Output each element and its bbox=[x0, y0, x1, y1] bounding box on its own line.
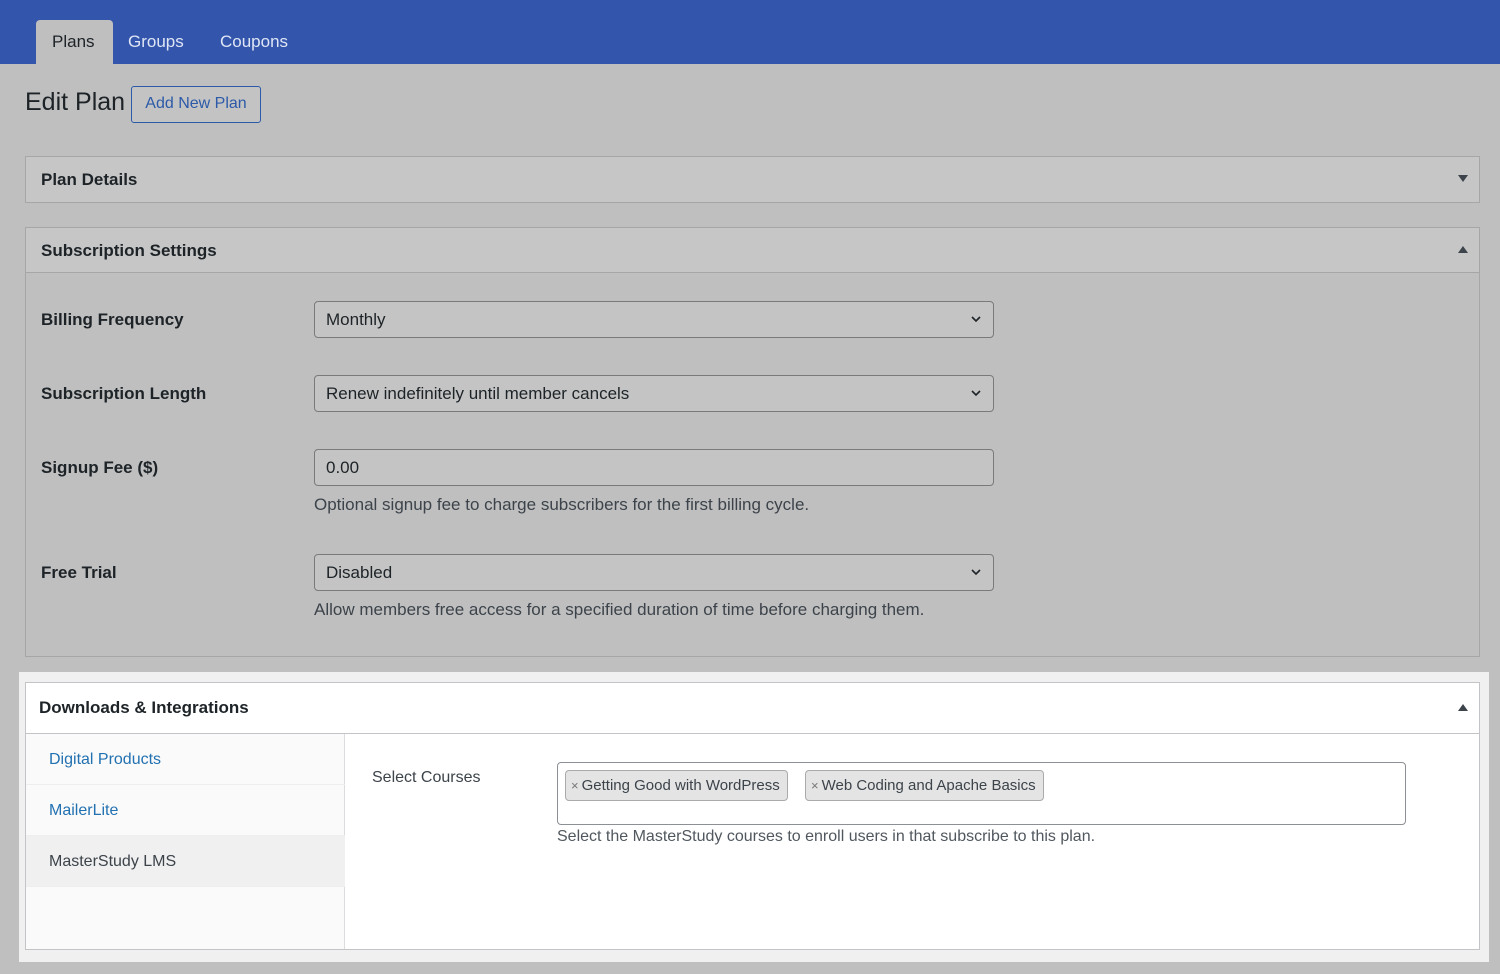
remove-chip-icon[interactable]: × bbox=[811, 778, 819, 793]
side-nav-mailerlite[interactable]: MailerLite bbox=[26, 785, 345, 836]
select-courses-description: Select the MasterStudy courses to enroll… bbox=[557, 828, 1096, 845]
chevron-down-icon bbox=[971, 316, 981, 323]
triangle-up-icon[interactable] bbox=[1457, 245, 1469, 255]
remove-chip-icon[interactable]: × bbox=[571, 778, 579, 793]
triangle-up-icon[interactable] bbox=[1457, 703, 1469, 713]
tab-coupons[interactable]: Coupons bbox=[204, 20, 304, 64]
tab-groups[interactable]: Groups bbox=[112, 20, 200, 64]
top-nav-bar: Plans Groups Coupons bbox=[0, 0, 1500, 64]
side-nav-masterstudy-lms[interactable]: MasterStudy LMS bbox=[26, 836, 345, 887]
course-chip-label: Web Coding and Apache Basics bbox=[821, 777, 1036, 794]
downloads-integrations-header[interactable]: Downloads & Integrations bbox=[26, 683, 1479, 734]
free-trial-value: Disabled bbox=[326, 563, 393, 582]
triangle-down-icon[interactable] bbox=[1457, 174, 1469, 184]
page-title: Edit Plan bbox=[25, 88, 126, 116]
side-nav-digital-products[interactable]: Digital Products bbox=[26, 734, 345, 785]
subscription-length-label: Subscription Length bbox=[41, 384, 207, 403]
select-courses-label: Select Courses bbox=[372, 769, 481, 786]
downloads-integrations-panel: Downloads & Integrations Digital Product… bbox=[25, 682, 1480, 950]
integrations-side-nav: Digital Products MailerLite MasterStudy … bbox=[26, 734, 345, 949]
free-trial-label: Free Trial bbox=[41, 563, 117, 582]
billing-frequency-select[interactable]: Monthly bbox=[314, 301, 994, 338]
subscription-settings-header[interactable]: Subscription Settings bbox=[26, 228, 1479, 273]
subscription-length-value: Renew indefinitely until member cancels bbox=[326, 384, 630, 403]
subscription-settings-panel: Subscription Settings Billing Frequency … bbox=[25, 227, 1480, 657]
course-chip: × Getting Good with WordPress bbox=[565, 770, 788, 801]
add-new-plan-button[interactable]: Add New Plan bbox=[131, 86, 261, 123]
tab-plans[interactable]: Plans bbox=[36, 20, 113, 64]
signup-fee-description: Optional signup fee to charge subscriber… bbox=[314, 495, 810, 514]
course-chip-label: Getting Good with WordPress bbox=[581, 777, 780, 794]
chevron-down-icon bbox=[971, 390, 981, 397]
course-chip: × Web Coding and Apache Basics bbox=[805, 770, 1044, 801]
free-trial-description: Allow members free access for a specifie… bbox=[314, 600, 925, 619]
plan-details-panel: Plan Details bbox=[25, 156, 1480, 203]
chevron-down-icon bbox=[971, 569, 981, 576]
select-courses-input[interactable]: × Getting Good with WordPress × Web Coding… bbox=[557, 762, 1406, 825]
signup-fee-input[interactable]: 0.00 bbox=[314, 449, 994, 486]
signup-fee-label: Signup Fee ($) bbox=[41, 458, 159, 477]
plan-details-title: Plan Details bbox=[41, 170, 138, 189]
plan-details-header[interactable]: Plan Details bbox=[26, 157, 1479, 202]
subscription-length-select[interactable]: Renew indefinitely until member cancels bbox=[314, 375, 994, 412]
subscription-settings-title: Subscription Settings bbox=[41, 241, 217, 260]
billing-frequency-value: Monthly bbox=[326, 310, 386, 329]
free-trial-select[interactable]: Disabled bbox=[314, 554, 994, 591]
signup-fee-value: 0.00 bbox=[326, 458, 360, 477]
billing-frequency-label: Billing Frequency bbox=[41, 310, 184, 329]
downloads-integrations-title: Downloads & Integrations bbox=[39, 698, 249, 717]
